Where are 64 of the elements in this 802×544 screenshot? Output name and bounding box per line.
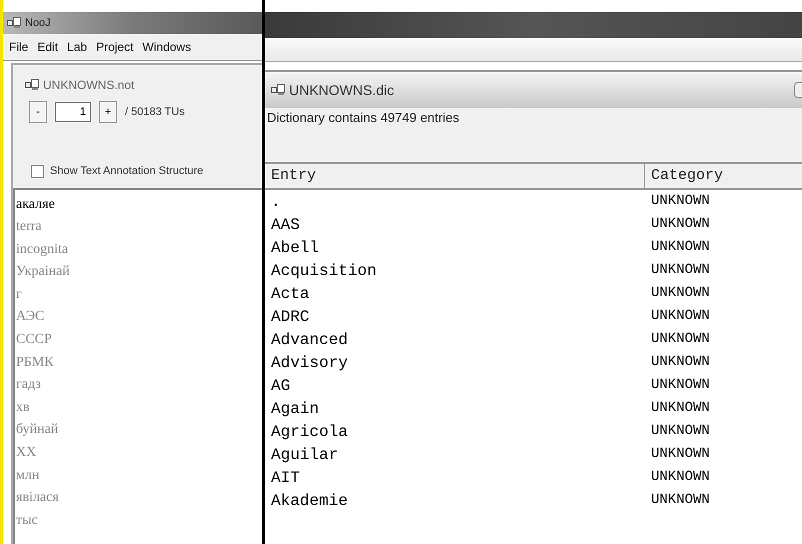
table-cell-text: Advanced — [270, 330, 349, 350]
table-cell-text: ADRC — [270, 306, 310, 328]
table-cell-text: UNKNOWN — [650, 376, 711, 395]
text-unit[interactable]: г — [16, 284, 262, 306]
table-cell-text: Advisory — [270, 352, 349, 374]
text-unit[interactable]: хв — [16, 396, 262, 420]
table-cell-text: Acquisition — [270, 260, 378, 282]
table-cell-text: UNKNOWN — [650, 238, 711, 257]
table-cell-text: Again — [270, 398, 320, 420]
column-header[interactable]: Category — [645, 164, 802, 188]
text-unit[interactable]: гадз — [16, 374, 262, 397]
checkbox-label: Show Text Annotation Structure — [50, 164, 204, 179]
menu-item[interactable]: Edit — [37, 38, 58, 56]
unit-number-field[interactable]: 1 — [55, 102, 91, 122]
table-cell-text: Acta — [270, 284, 310, 304]
table-cell-text: UNKNOWN — [650, 284, 711, 303]
text-unit[interactable]: тыс — [16, 510, 262, 532]
text-unit[interactable]: СССР — [16, 329, 262, 352]
text-unit[interactable]: акаляе — [16, 194, 262, 216]
window-icon — [271, 84, 285, 96]
text-unit[interactable]: Украінай — [16, 261, 262, 284]
table-cell-text: AG — [270, 376, 292, 396]
previous-button[interactable]: - — [29, 101, 47, 123]
text-unit[interactable]: РБМК — [16, 352, 262, 374]
document-title: UNKNOWNS.not — [43, 77, 134, 94]
table-cell-text: UNKNOWN — [650, 468, 711, 487]
table-cell-text: UNKNOWN — [650, 330, 711, 349]
window-icon — [7, 17, 21, 29]
window-icon — [25, 79, 39, 91]
table-cell-text: AAS — [270, 214, 301, 236]
text-unit[interactable]: ХХ — [16, 442, 262, 465]
text-unit[interactable]: млн — [16, 464, 262, 488]
text-unit[interactable]: буйнай — [16, 419, 262, 442]
text-unit[interactable]: terra — [16, 216, 262, 239]
window-control[interactable] — [794, 82, 802, 98]
table-cell-text: UNKNOWN — [650, 399, 711, 418]
next-button[interactable]: + — [99, 101, 117, 123]
menu-item[interactable]: Windows — [142, 38, 192, 56]
document-title: UNKNOWNS.dic — [289, 80, 396, 100]
text-unit[interactable]: явілася — [16, 487, 262, 510]
table-cell-text: Abell — [270, 238, 320, 258]
table-cell-text: AIT — [270, 468, 301, 488]
table-cell-text: Aguilar — [270, 444, 340, 466]
checkbox[interactable] — [31, 164, 44, 178]
menu-item[interactable]: File — [9, 38, 28, 56]
table-cell-text: UNKNOWN — [650, 445, 711, 464]
table-cell-text: UNKNOWN — [650, 422, 711, 441]
unit-count: / 50183 TUs — [125, 104, 185, 120]
menu-item[interactable]: Project — [96, 38, 134, 56]
text-unit[interactable]: АЭС — [16, 306, 262, 330]
window-title: NooJ — [25, 16, 51, 31]
table-cell-text: UNKNOWN — [650, 192, 711, 211]
table-cell-text: UNKNOWN — [650, 307, 711, 326]
text-unit[interactable]: incognita — [16, 238, 262, 262]
column-header[interactable]: Entry — [265, 164, 645, 188]
table-cell-text: UNKNOWN — [650, 353, 711, 372]
table-cell-text: Agricola — [270, 422, 349, 442]
table-cell-text: Akademie — [270, 490, 349, 512]
menu-item[interactable]: Lab — [67, 38, 88, 56]
entry-count: Dictionary contains 49749 entries — [266, 109, 460, 127]
table-cell-text: UNKNOWN — [650, 215, 711, 234]
table-cell-text: . — [270, 192, 282, 212]
table-cell-text: UNKNOWN — [650, 261, 711, 280]
table-cell-text: UNKNOWN — [650, 491, 711, 510]
